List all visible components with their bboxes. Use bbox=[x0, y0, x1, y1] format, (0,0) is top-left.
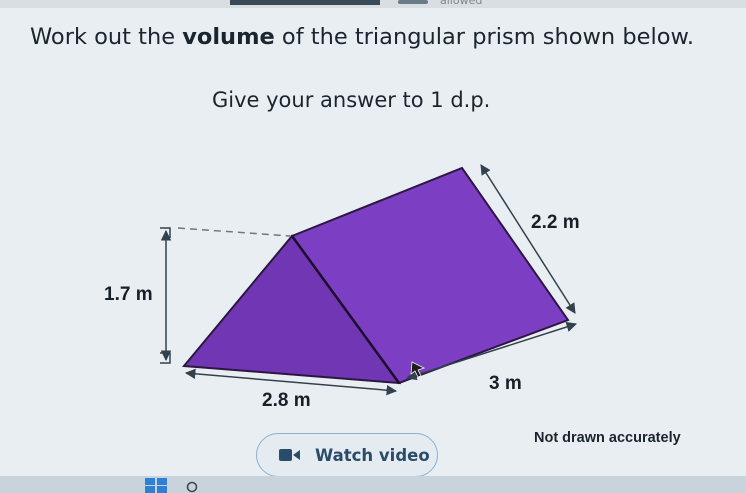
search-icon[interactable] bbox=[186, 481, 198, 493]
watch-video-button[interactable]: Watch video bbox=[256, 433, 438, 477]
height-label: 1.7 m bbox=[104, 284, 153, 305]
length-label: 3 m bbox=[489, 373, 522, 394]
height-guide-line bbox=[177, 227, 291, 237]
taskbar bbox=[0, 476, 746, 493]
windows-icon[interactable] bbox=[145, 478, 167, 493]
not-drawn-note: Not drawn accurately bbox=[534, 430, 681, 446]
watch-video-label: Watch video bbox=[315, 445, 430, 465]
base-label: 2.8 m bbox=[262, 390, 311, 411]
slant-label: 2.2 m bbox=[531, 212, 580, 233]
height-bracket bbox=[160, 227, 171, 364]
video-camera-icon bbox=[279, 449, 300, 461]
prism-figure: 1.7 m 2.8 m 2.2 m 3 m bbox=[104, 164, 580, 411]
